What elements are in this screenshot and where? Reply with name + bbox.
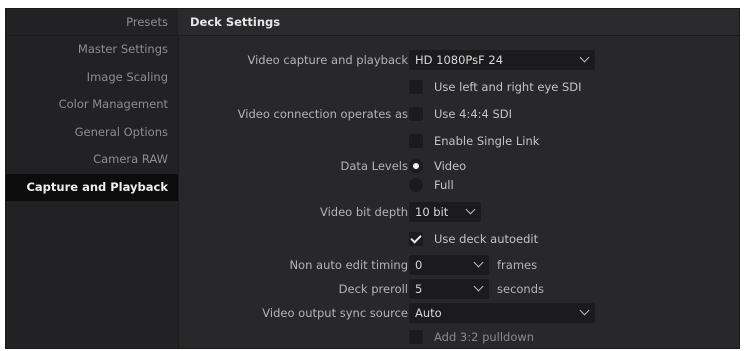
- row-use-deck-autoedit: Use deck autoedit: [178, 229, 739, 249]
- row-enable-single-link: Enable Single Link: [178, 131, 739, 151]
- preferences-window: Presets Master Settings Image Scaling Co…: [5, 8, 740, 349]
- radio-selected-dot: [413, 163, 419, 169]
- data-levels-full-radio[interactable]: [409, 178, 423, 192]
- sidebar-item-capture-and-playback[interactable]: Capture and Playback: [6, 173, 178, 201]
- chevron-down-icon: [579, 52, 590, 63]
- video-bit-depth-value: 10 bit: [415, 205, 449, 219]
- non-auto-edit-timing-dropdown[interactable]: 0: [409, 255, 489, 275]
- deck-preroll-label: Deck preroll: [338, 282, 408, 296]
- row-non-auto-edit-timing: Non auto edit timing 0 frames: [178, 255, 739, 275]
- video-capture-playback-dropdown[interactable]: HD 1080PsF 24: [409, 50, 595, 70]
- video-connection-label: Video connection operates as: [237, 107, 408, 121]
- use-left-right-eye-label: Use left and right eye SDI: [434, 80, 582, 94]
- use-444-sdi-checkbox[interactable]: [409, 107, 423, 121]
- sidebar: Presets Master Settings Image Scaling Co…: [6, 9, 179, 348]
- use-left-right-eye-checkbox[interactable]: [409, 80, 423, 94]
- row-data-levels-full: Full: [178, 175, 739, 195]
- chevron-down-icon: [473, 257, 484, 268]
- row-video-capture-playback: Video capture and playback HD 1080PsF 24: [178, 50, 739, 70]
- sidebar-item-master-settings[interactable]: Master Settings: [6, 36, 178, 64]
- row-add-pulldown: Add 3:2 pulldown: [178, 327, 739, 347]
- enable-single-link-checkbox[interactable]: [409, 134, 423, 148]
- data-levels-video-radio[interactable]: [409, 159, 423, 173]
- data-levels-full-label: Full: [434, 178, 454, 192]
- sidebar-item-general-options[interactable]: General Options: [6, 119, 178, 147]
- deck-preroll-unit: seconds: [497, 282, 545, 296]
- video-bit-depth-label: Video bit depth: [319, 205, 408, 219]
- deck-preroll-value: 5: [415, 282, 423, 296]
- row-deck-preroll: Deck preroll 5 seconds: [178, 279, 739, 299]
- video-output-sync-label: Video output sync source: [262, 306, 408, 320]
- chevron-down-icon: [473, 281, 484, 292]
- video-output-sync-value: Auto: [415, 306, 442, 320]
- use-deck-autoedit-checkbox[interactable]: [409, 232, 423, 246]
- data-levels-label: Data Levels: [340, 159, 408, 173]
- add-pulldown-checkbox[interactable]: [409, 330, 423, 344]
- video-bit-depth-dropdown[interactable]: 10 bit: [409, 202, 481, 222]
- use-deck-autoedit-label: Use deck autoedit: [434, 232, 539, 246]
- sidebar-item-color-management[interactable]: Color Management: [6, 91, 178, 119]
- video-output-sync-dropdown[interactable]: Auto: [409, 303, 595, 323]
- row-video-connection: Video connection operates as Use 4:4:4 S…: [178, 104, 739, 124]
- sidebar-header-presets[interactable]: Presets: [6, 9, 178, 36]
- deck-preroll-dropdown[interactable]: 5: [409, 279, 489, 299]
- sidebar-item-image-scaling[interactable]: Image Scaling: [6, 64, 178, 92]
- panel-title: Deck Settings: [178, 9, 739, 36]
- checkmark-icon: [410, 232, 422, 244]
- non-auto-edit-timing-value: 0: [415, 258, 423, 272]
- sidebar-item-camera-raw[interactable]: Camera RAW: [6, 146, 178, 174]
- chevron-down-icon: [579, 305, 590, 316]
- use-444-sdi-label: Use 4:4:4 SDI: [434, 107, 513, 121]
- non-auto-edit-timing-label: Non auto edit timing: [289, 258, 408, 272]
- non-auto-edit-timing-unit: frames: [497, 258, 538, 272]
- row-video-output-sync: Video output sync source Auto: [178, 303, 739, 323]
- video-capture-playback-label: Video capture and playback: [247, 53, 408, 67]
- chevron-down-icon: [465, 204, 476, 215]
- video-capture-playback-value: HD 1080PsF 24: [415, 53, 504, 67]
- enable-single-link-label: Enable Single Link: [434, 134, 540, 148]
- deck-settings-panel: Deck Settings Video capture and playback…: [178, 9, 739, 348]
- row-use-left-right-eye: Use left and right eye SDI: [178, 77, 739, 97]
- row-video-bit-depth: Video bit depth 10 bit: [178, 202, 739, 222]
- screenshot-frame: Presets Master Settings Image Scaling Co…: [0, 0, 746, 351]
- data-levels-video-label: Video: [434, 159, 467, 173]
- add-pulldown-label: Add 3:2 pulldown: [434, 330, 535, 344]
- row-data-levels: Data Levels Video: [178, 156, 739, 176]
